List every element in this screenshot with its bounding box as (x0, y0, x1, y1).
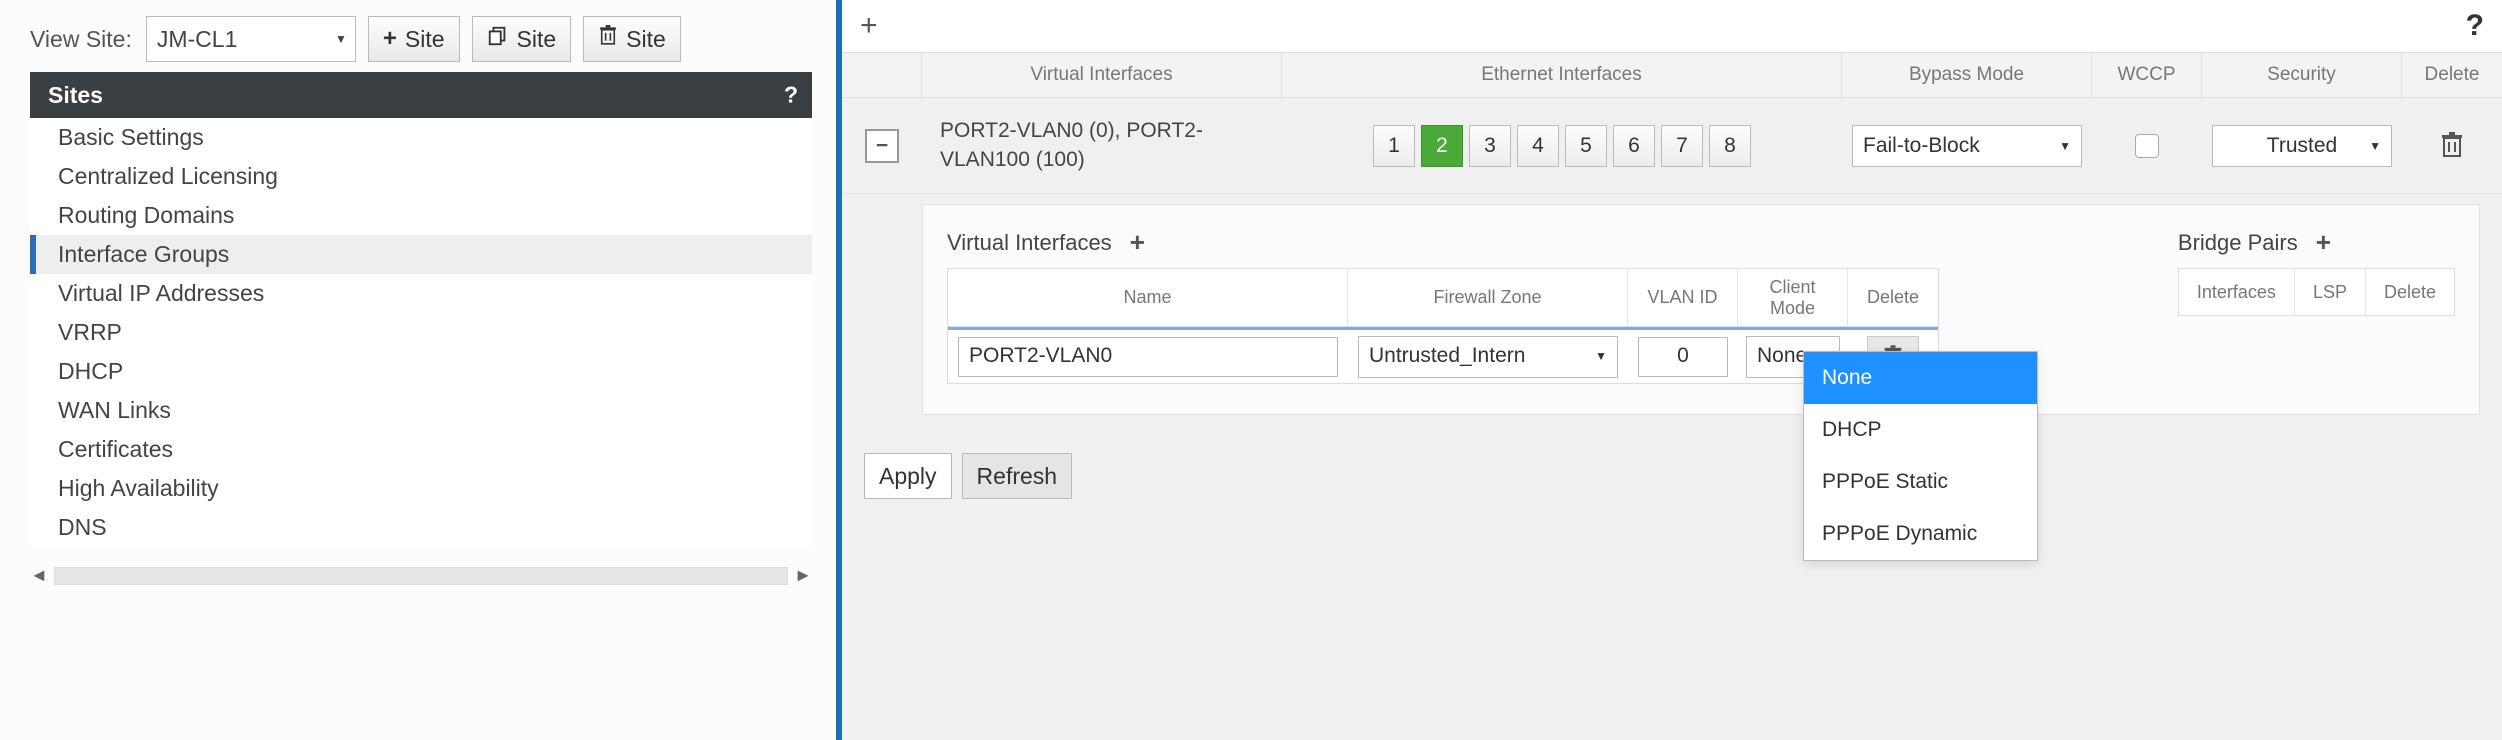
vi-table: Name Firewall Zone VLAN ID Client Mode D… (947, 268, 1939, 384)
col-delete: Delete (2402, 53, 2502, 97)
bridge-pairs-section: Bridge Pairs + Interfaces LSP Delete (2178, 227, 2455, 384)
bridge-col-delete: Delete (2366, 269, 2454, 315)
chevron-down-icon: ▼ (1595, 350, 1607, 364)
add-interface-group-button[interactable]: + (860, 9, 878, 43)
ethernet-port-3[interactable]: 3 (1469, 125, 1511, 167)
col-expand (842, 53, 922, 97)
sidebar-item-high-availability[interactable]: High Availability (30, 469, 812, 508)
vlan-id-input[interactable]: 0 (1638, 337, 1728, 377)
interface-group-detail: Virtual Interfaces + Name Firewall Zone … (922, 204, 2480, 415)
vi-summary: PORT2-VLAN0 (0), PORT2-VLAN100 (100) (932, 113, 1272, 178)
apply-button[interactable]: Apply (864, 453, 952, 499)
vi-name-value: PORT2-VLAN0 (969, 344, 1112, 368)
virtual-interfaces-section: Virtual Interfaces + Name Firewall Zone … (947, 227, 1939, 384)
view-site-select[interactable]: JM-CL1 ▼ (146, 16, 356, 62)
sites-header: Sites ? (30, 72, 812, 118)
chevron-down-icon: ▼ (2059, 139, 2071, 153)
ethernet-port-4[interactable]: 4 (1517, 125, 1559, 167)
bridge-section-title: Bridge Pairs (2178, 230, 2298, 256)
vi-section-title: Virtual Interfaces (947, 230, 1112, 256)
delete-site-label: Site (626, 26, 666, 53)
col-security: Security (2202, 53, 2402, 97)
vi-col-delete: Delete (1848, 269, 1938, 326)
main-panel: + ? Virtual Interfaces Ethernet Interfac… (836, 0, 2502, 740)
delete-site-button[interactable]: Site (583, 16, 681, 62)
sidebar-item-certificates[interactable]: Certificates (30, 430, 812, 469)
col-bypass-mode: Bypass Mode (1842, 53, 2092, 97)
client-mode-option-dhcp[interactable]: DHCP (1804, 404, 2037, 456)
ethernet-port-5[interactable]: 5 (1565, 125, 1607, 167)
interface-group-row: − PORT2-VLAN0 (0), PORT2-VLAN100 (100) 1… (842, 98, 2502, 194)
delete-row-button[interactable] (2437, 130, 2467, 162)
sidebar-item-centralized-licensing[interactable]: Centralized Licensing (30, 157, 812, 196)
scroll-track[interactable] (54, 567, 788, 585)
col-virtual-interfaces: Virtual Interfaces (922, 53, 1282, 97)
chevron-down-icon: ▼ (2369, 139, 2381, 153)
clone-site-button[interactable]: Site (472, 16, 572, 62)
apply-label: Apply (879, 463, 937, 490)
vi-col-vlan: VLAN ID (1628, 269, 1738, 326)
bypass-mode-select[interactable]: Fail-to-Block ▼ (1852, 125, 2082, 167)
plus-icon: + (383, 25, 397, 53)
view-site-label: View Site: (30, 26, 132, 53)
bypass-mode-value: Fail-to-Block (1863, 134, 1980, 158)
client-mode-option-pppoe-dynamic[interactable]: PPPoE Dynamic (1804, 508, 2037, 560)
sidebar-item-basic-settings[interactable]: Basic Settings (30, 118, 812, 157)
scroll-left-icon[interactable]: ◄ (30, 565, 48, 586)
ethernet-port-6[interactable]: 6 (1613, 125, 1655, 167)
clone-site-label: Site (517, 26, 557, 53)
add-virtual-interface-button[interactable]: + (1130, 227, 1145, 258)
add-site-button[interactable]: + Site (368, 16, 460, 62)
sites-header-label: Sites (48, 82, 103, 109)
client-mode-option-pppoe-static[interactable]: PPPoE Static (1804, 456, 2037, 508)
add-site-label: Site (405, 26, 445, 53)
bridge-col-lsp: LSP (2295, 269, 2366, 315)
sidebar-item-dhcp[interactable]: DHCP (30, 352, 812, 391)
left-panel: View Site: JM-CL1 ▼ + Site Site Site (0, 0, 836, 740)
sidebar-item-virtual-ip-addresses[interactable]: Virtual IP Addresses (30, 274, 812, 313)
sidebar-item-vrrp[interactable]: VRRP (30, 313, 812, 352)
client-mode-value: None (1757, 344, 1807, 368)
chevron-down-icon: ▼ (335, 32, 347, 46)
view-site-selected: JM-CL1 (157, 26, 238, 53)
ethernet-port-7[interactable]: 7 (1661, 125, 1703, 167)
ethernet-buttons: 12345678 (1373, 125, 1751, 167)
columns-header: Virtual Interfaces Ethernet Interfaces B… (842, 52, 2502, 98)
client-mode-dropdown[interactable]: NoneDHCPPPPoE StaticPPPoE Dynamic (1803, 351, 2038, 561)
vi-col-name: Name (948, 269, 1348, 326)
add-bridge-pair-button[interactable]: + (2316, 227, 2331, 258)
vi-col-client-mode: Client Mode (1738, 269, 1848, 326)
refresh-button[interactable]: Refresh (962, 453, 1073, 499)
col-ethernet-interfaces: Ethernet Interfaces (1282, 53, 1842, 97)
bridge-table-header: Interfaces LSP Delete (2178, 268, 2455, 316)
trash-icon (598, 25, 618, 54)
security-value: Trusted (2267, 134, 2337, 158)
horizontal-scrollbar[interactable]: ◄ ► (30, 565, 812, 586)
firewall-zone-value: Untrusted_Intern (1369, 344, 1525, 368)
sidebar-item-dns[interactable]: DNS (30, 508, 812, 547)
security-select[interactable]: Trusted ▼ (2212, 125, 2392, 167)
copy-icon (487, 25, 509, 54)
expand-toggle[interactable]: − (865, 129, 899, 163)
ethernet-port-1[interactable]: 1 (1373, 125, 1415, 167)
col-wccp: WCCP (2092, 53, 2202, 97)
sidebar-item-routing-domains[interactable]: Routing Domains (30, 196, 812, 235)
help-icon[interactable]: ? (784, 82, 798, 109)
vlan-id-value: 0 (1677, 344, 1689, 368)
scroll-right-icon[interactable]: ► (794, 565, 812, 586)
ethernet-port-2[interactable]: 2 (1421, 125, 1463, 167)
wccp-checkbox[interactable] (2135, 134, 2159, 158)
vi-name-input[interactable]: PORT2-VLAN0 (958, 337, 1338, 377)
vi-col-zone: Firewall Zone (1348, 269, 1628, 326)
firewall-zone-select[interactable]: Untrusted_Intern ▼ (1358, 336, 1618, 378)
sidebar-item-interface-groups[interactable]: Interface Groups (30, 235, 812, 274)
sidebar-item-wan-links[interactable]: WAN Links (30, 391, 812, 430)
ethernet-port-8[interactable]: 8 (1709, 125, 1751, 167)
bridge-col-interfaces: Interfaces (2179, 269, 2295, 315)
refresh-label: Refresh (977, 463, 1058, 490)
nav-list: Basic SettingsCentralized LicensingRouti… (30, 118, 812, 547)
help-icon[interactable]: ? (2466, 9, 2484, 43)
client-mode-option-none[interactable]: None (1804, 352, 2037, 404)
